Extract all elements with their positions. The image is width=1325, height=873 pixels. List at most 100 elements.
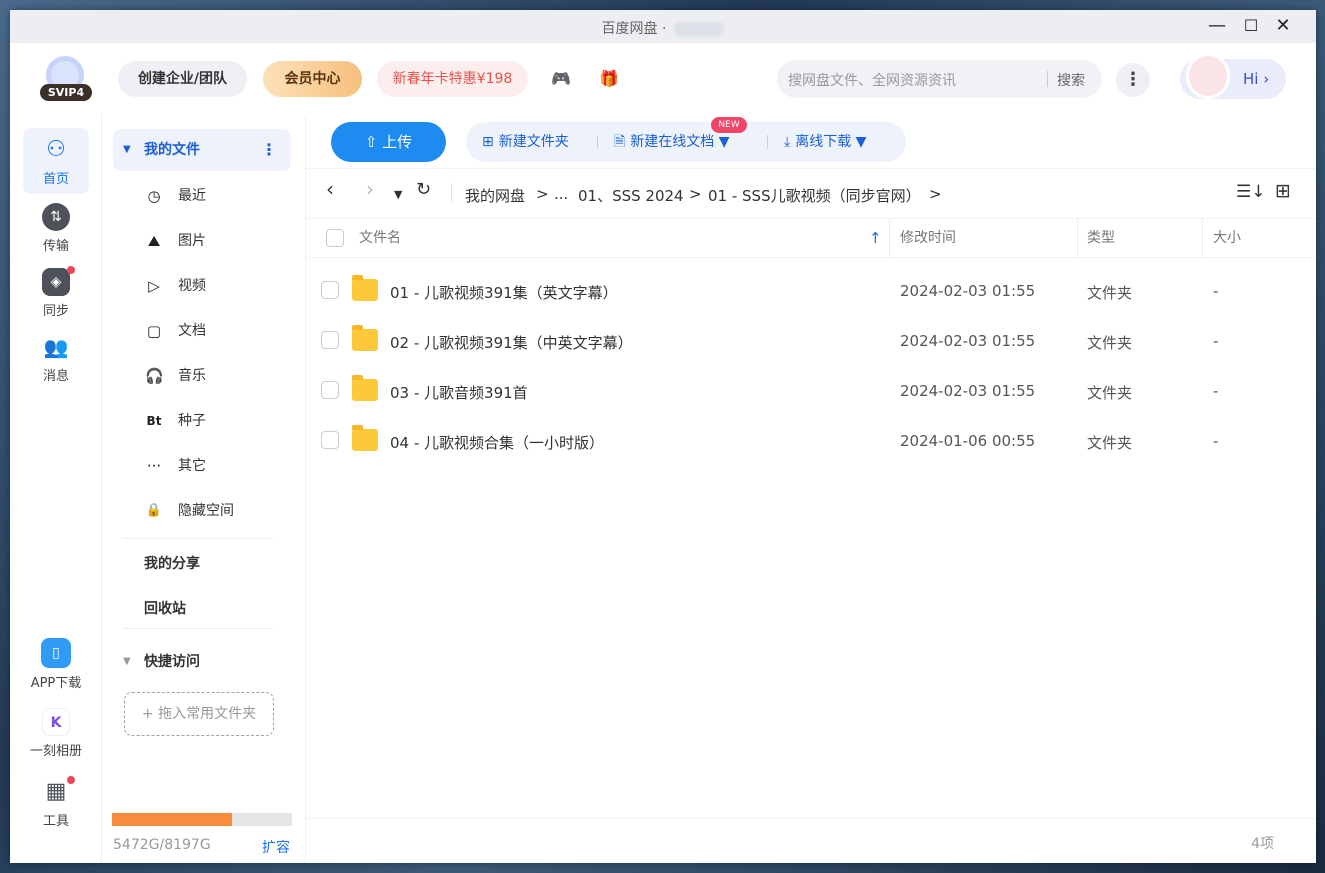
refresh-icon[interactable]: ↻ bbox=[416, 179, 431, 200]
header-name[interactable]: 文件名 bbox=[359, 219, 401, 257]
sidebar-item-others[interactable]: ··· 其它 bbox=[113, 445, 291, 487]
sidebar-item-hidden-space[interactable]: 🔒 隐藏空间 bbox=[113, 490, 291, 532]
row-checkbox[interactable] bbox=[321, 331, 339, 349]
table-row[interactable]: 02 - 儿歌视频391集（中英文字幕） 2024-02-03 01:55 文件… bbox=[306, 317, 1316, 367]
nav-messages-label: 消息 bbox=[42, 369, 69, 384]
nav-home[interactable]: ⚇ 首页 bbox=[23, 128, 89, 194]
app-body: ⚇ 首页 ⇅ 传输 ◈ 同步 👥 消息 ▯ APP下载 K 一刻相册 ▦ 工具 … bbox=[10, 115, 1316, 863]
user-avatar[interactable]: SVIP4 bbox=[40, 56, 92, 102]
close-button[interactable]: ✕ bbox=[1270, 16, 1296, 36]
game-icon[interactable]: 🎮 bbox=[545, 63, 577, 95]
offline-download-label: 离线下载 bbox=[795, 134, 852, 150]
search-button[interactable]: 搜索 bbox=[1057, 70, 1085, 90]
path-divider bbox=[451, 183, 452, 203]
sidebar-item-torrents[interactable]: Bt 种子 bbox=[113, 400, 291, 442]
left-nav: ⚇ 首页 ⇅ 传输 ◈ 同步 👥 消息 ▯ APP下载 K 一刻相册 ▦ 工具 bbox=[10, 115, 102, 863]
quick-access-dropzone[interactable]: + 拖入常用文件夹 bbox=[124, 692, 274, 736]
sidebar-item-docs[interactable]: ▢ 文档 bbox=[113, 310, 291, 352]
nav-album[interactable]: K 一刻相册 bbox=[23, 708, 89, 759]
history-dropdown-icon[interactable]: ▼ bbox=[394, 188, 402, 201]
folder-icon bbox=[352, 275, 378, 301]
file-sidebar: ▼ 我的文件 ⋮ ◷ 最近 ⛰ 图片 ▷ 视频 ▢ 文档 🎧 音乐 Bt 种子 ··· 其它 … bbox=[103, 115, 306, 863]
upload-button[interactable]: ⇧ 上传 bbox=[331, 122, 446, 162]
breadcrumb-ellipsis[interactable]: ... bbox=[554, 185, 568, 203]
header-size[interactable]: 大小 bbox=[1213, 219, 1241, 257]
quick-access-header[interactable]: ▼ 快捷访问 bbox=[113, 641, 291, 683]
gift-icon[interactable]: 🎁 bbox=[593, 63, 625, 95]
sidebar-item-recent[interactable]: ◷ 最近 bbox=[113, 175, 291, 217]
header-mtime[interactable]: 修改时间 bbox=[900, 219, 956, 257]
table-row[interactable]: 04 - 儿歌视频合集（一小时版） 2024-01-06 00:55 文件夹 - bbox=[306, 417, 1316, 467]
sidebar-item-label: 其它 bbox=[178, 458, 206, 474]
item-count: 4项 bbox=[1251, 836, 1274, 852]
promo-button[interactable]: 新春年卡特惠¥198 bbox=[377, 61, 528, 97]
grid-view-icon[interactable]: ⊞ bbox=[1275, 180, 1291, 202]
nav-tools[interactable]: ▦ 工具 bbox=[23, 776, 89, 829]
row-size: - bbox=[1213, 282, 1219, 300]
ellipsis-icon: ··· bbox=[146, 457, 162, 475]
expand-storage-link[interactable]: 扩容 bbox=[262, 837, 290, 857]
row-size: - bbox=[1213, 332, 1219, 350]
select-all-checkbox[interactable] bbox=[326, 229, 344, 247]
blurred-username bbox=[674, 22, 725, 36]
sidebar-item-label: 隐藏空间 bbox=[178, 503, 234, 519]
sort-icon[interactable]: ☰↓ bbox=[1236, 182, 1265, 202]
nav-app-download[interactable]: ▯ APP下载 bbox=[23, 638, 89, 691]
lock-icon: 🔒 bbox=[145, 503, 163, 518]
sidebar-item-music[interactable]: 🎧 音乐 bbox=[113, 355, 291, 397]
recycle-bin-item[interactable]: 回收站 bbox=[113, 588, 291, 630]
greeting-button[interactable]: Hi › bbox=[1180, 53, 1286, 99]
breadcrumb-current[interactable]: 01 - SSS儿歌视频（同步官网） bbox=[708, 185, 921, 206]
offline-download-button[interactable]: ⤓ 离线下载 ▼ bbox=[784, 122, 866, 162]
breadcrumb-root[interactable]: 我的网盘 bbox=[465, 185, 525, 206]
back-icon[interactable]: ‹ bbox=[326, 177, 334, 201]
row-name[interactable]: 04 - 儿歌视频合集（一小时版） bbox=[390, 432, 604, 453]
my-files-item[interactable]: ▼ 我的文件 ⋮ bbox=[113, 129, 291, 171]
chevron-down-icon: ▼ bbox=[714, 134, 730, 150]
sidebar-item-label: 图片 bbox=[178, 233, 206, 249]
my-files-label: 我的文件 bbox=[144, 142, 200, 158]
sidebar-item-images[interactable]: ⛰ 图片 bbox=[113, 220, 291, 262]
my-files-more-icon[interactable]: ⋮ bbox=[261, 129, 277, 171]
window-title-text: 百度网盘 · bbox=[601, 21, 667, 37]
path-bar: ‹ › ▼ ↻ 我的网盘 > ... 01、SSS 2024 > 01 - SS… bbox=[306, 168, 1316, 218]
table-row[interactable]: 03 - 儿歌音频391首 2024-02-03 01:55 文件夹 - bbox=[306, 367, 1316, 417]
breadcrumb-sep: > bbox=[536, 185, 549, 203]
row-name[interactable]: 02 - 儿歌视频391集（中英文字幕） bbox=[390, 332, 633, 353]
breadcrumb-folder[interactable]: 01、SSS 2024 bbox=[578, 185, 684, 206]
sidebar-item-label: 音乐 bbox=[178, 368, 206, 384]
forward-icon[interactable]: › bbox=[366, 177, 374, 201]
torrent-icon: Bt bbox=[146, 414, 162, 428]
quick-access-arrow-icon[interactable]: ▼ bbox=[123, 641, 131, 683]
maximize-button[interactable]: ☐ bbox=[1238, 16, 1264, 36]
search-input[interactable]: 搜网盘文件、全网资源资讯 bbox=[788, 70, 956, 90]
nav-transfer[interactable]: ⇅ 传输 bbox=[23, 203, 89, 254]
sync-icon: ◈ bbox=[42, 268, 70, 296]
document-icon: ▢ bbox=[146, 322, 162, 340]
new-badge: NEW bbox=[711, 117, 747, 133]
nav-sync[interactable]: ◈ 同步 bbox=[23, 266, 89, 319]
row-checkbox[interactable] bbox=[321, 381, 339, 399]
storage-bar bbox=[112, 813, 292, 826]
table-row[interactable]: 01 - 儿歌视频391集（英文字幕） 2024-02-03 01:55 文件夹… bbox=[306, 267, 1316, 317]
header-type[interactable]: 类型 bbox=[1087, 219, 1115, 257]
my-share-item[interactable]: 我的分享 bbox=[113, 543, 291, 585]
sidebar-divider bbox=[123, 628, 273, 629]
column-divider bbox=[1202, 219, 1203, 257]
new-folder-button[interactable]: ⊞ 新建文件夹 bbox=[482, 122, 569, 162]
minimize-button[interactable]: — bbox=[1204, 16, 1230, 36]
row-name[interactable]: 03 - 儿歌音频391首 bbox=[390, 382, 528, 403]
sort-asc-icon[interactable]: ↑ bbox=[869, 219, 882, 257]
row-name[interactable]: 01 - 儿歌视频391集（英文字幕） bbox=[390, 282, 618, 303]
download-icon: ⤓ bbox=[784, 134, 791, 150]
nav-messages[interactable]: 👥 消息 bbox=[23, 333, 89, 384]
headphones-icon: 🎧 bbox=[145, 367, 164, 385]
collapse-arrow-icon[interactable]: ▼ bbox=[123, 129, 131, 171]
create-team-button[interactable]: 创建企业/团队 bbox=[118, 61, 247, 97]
more-menu-button[interactable]: ⋮ bbox=[1116, 63, 1150, 97]
row-checkbox[interactable] bbox=[321, 281, 339, 299]
vip-center-button[interactable]: 会员中心 bbox=[263, 61, 362, 97]
row-checkbox[interactable] bbox=[321, 431, 339, 449]
sidebar-item-videos[interactable]: ▷ 视频 bbox=[113, 265, 291, 307]
my-share-label: 我的分享 bbox=[144, 556, 200, 572]
